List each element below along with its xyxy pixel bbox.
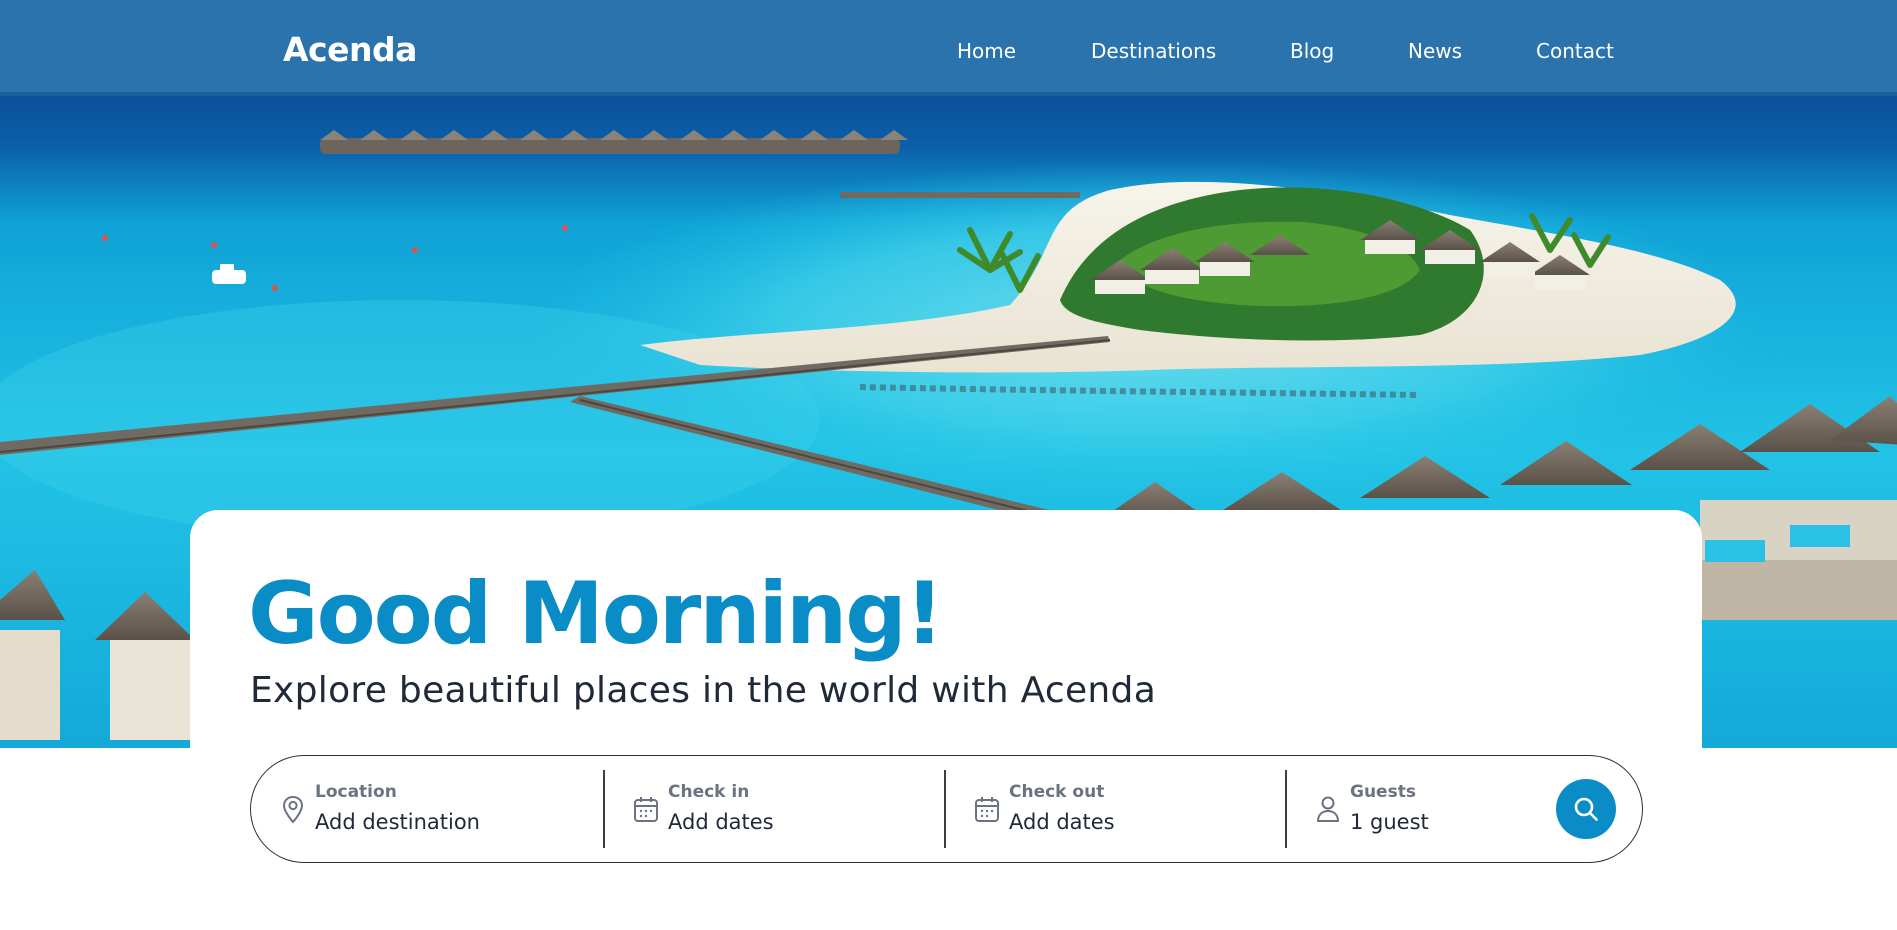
map-pin-icon <box>279 794 307 824</box>
check-out-label: Check out <box>1009 782 1105 802</box>
nav-link-blog[interactable]: Blog <box>1290 39 1334 63</box>
guests-field[interactable]: Guests 1 guest <box>1286 770 1536 848</box>
search-icon <box>1574 797 1598 821</box>
hero-subtitle: Explore beautiful places in the world wi… <box>250 670 1157 711</box>
search-bar: Location Add destination Check in Add da… <box>250 755 1643 863</box>
nav-link-destinations[interactable]: Destinations <box>1091 39 1216 63</box>
calendar-icon <box>632 794 660 824</box>
greeting-heading: Good Morning! <box>248 564 944 664</box>
location-field[interactable]: Location Add destination <box>251 770 603 848</box>
check-out-field[interactable]: Check out Add dates <box>945 770 1285 848</box>
guests-label: Guests <box>1350 782 1416 802</box>
nav-link-news[interactable]: News <box>1408 39 1462 63</box>
calendar-icon <box>973 794 1001 824</box>
location-label: Location <box>315 782 397 802</box>
nav-link-home[interactable]: Home <box>957 39 1016 63</box>
user-icon <box>1314 794 1342 824</box>
hero-search-card: Good Morning! Explore beautiful places i… <box>190 510 1702 930</box>
check-in-value: Add dates <box>668 810 774 834</box>
nav-link-contact[interactable]: Contact <box>1536 39 1614 63</box>
check-out-value: Add dates <box>1009 810 1115 834</box>
check-in-field[interactable]: Check in Add dates <box>604 770 944 848</box>
search-button[interactable] <box>1556 779 1616 839</box>
check-in-label: Check in <box>668 782 750 802</box>
location-value: Add destination <box>315 810 480 834</box>
guests-value: 1 guest <box>1350 810 1429 834</box>
nav-links: Home Destinations Blog News Contact <box>0 39 1897 69</box>
top-navigation-bar: Acenda Home Destinations Blog News Conta… <box>0 0 1897 96</box>
